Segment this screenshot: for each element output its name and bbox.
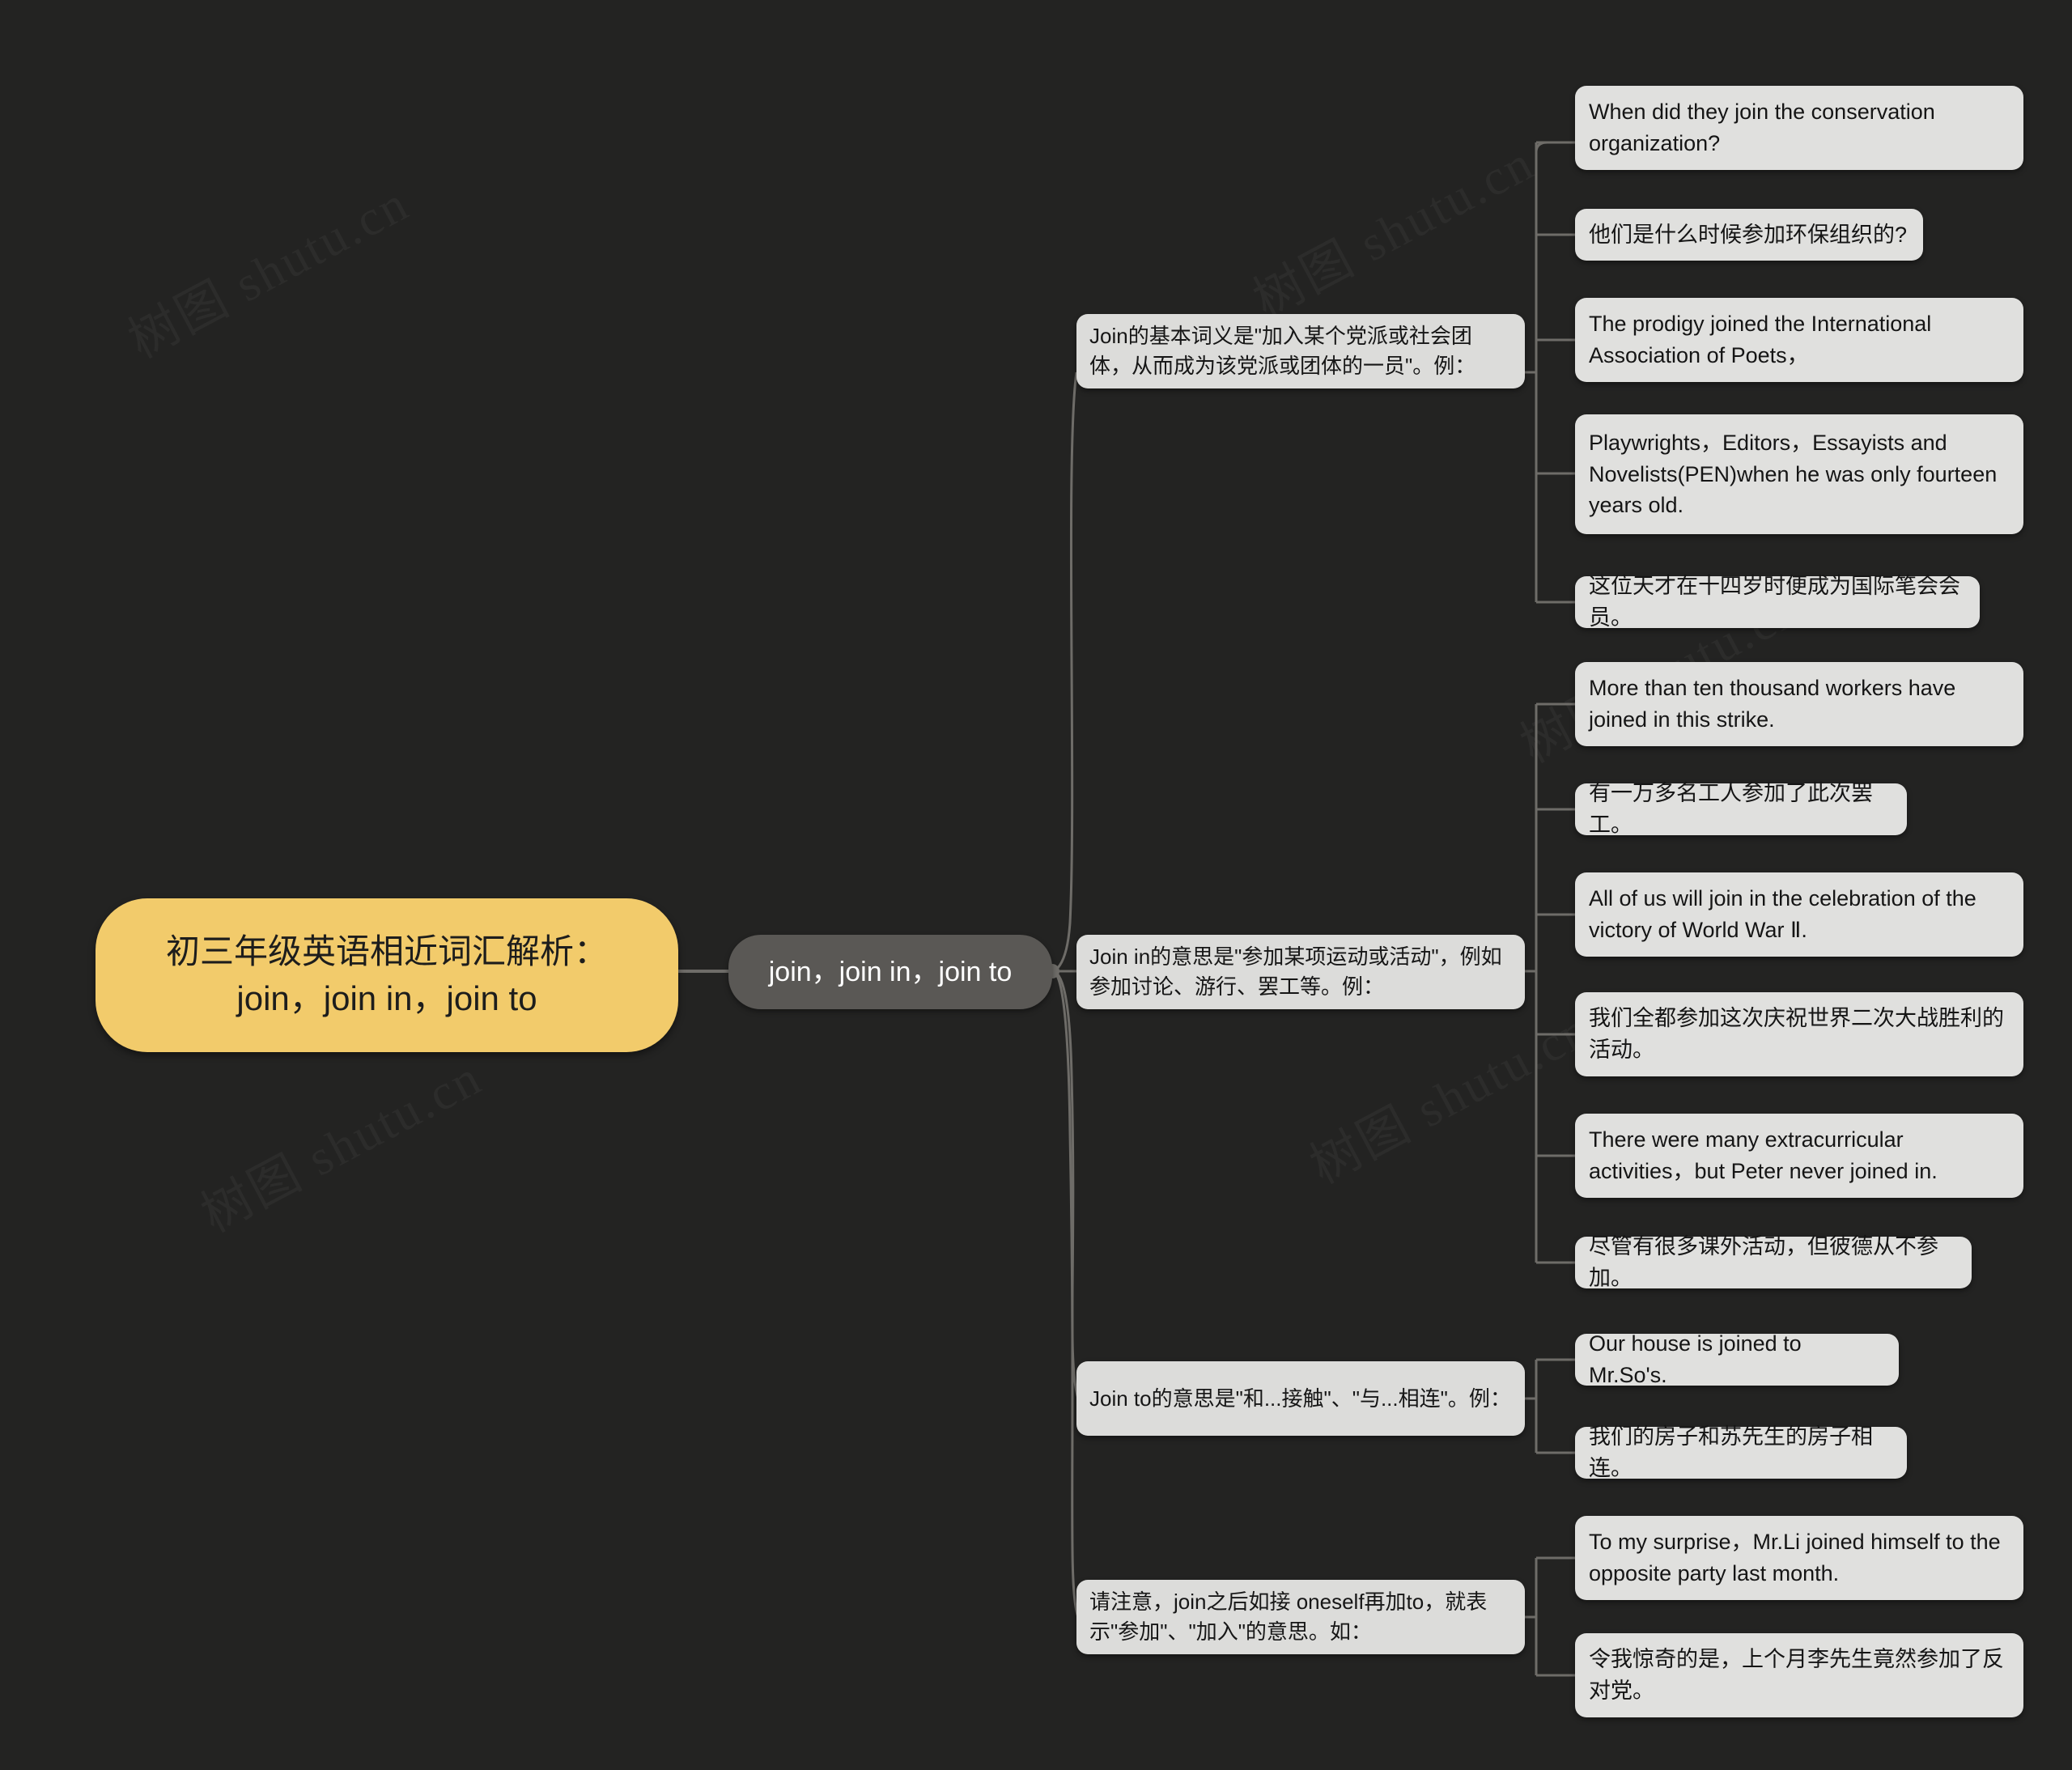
leaf-node-label: 尽管有很多课外活动，但彼德从不参加。 bbox=[1589, 1234, 1938, 1290]
link-topic-jointo bbox=[1051, 970, 1080, 1399]
leaf-node-label: 令我惊奇的是，上个月李先生竟然参加了反对党。 bbox=[1589, 1647, 2004, 1703]
branch-node-join[interactable]: Join的基本词义是"加入某个党派或社会团体，从而成为该党派或团体的一员"。例： bbox=[1076, 314, 1525, 388]
topic-node[interactable]: join，join in，join to bbox=[728, 935, 1052, 1009]
leaf-node-label: 这位天才在十四岁时便成为国际笔会会员。 bbox=[1589, 574, 1960, 630]
leaf-node[interactable]: Playwrights，Editors，Essayists and Noveli… bbox=[1575, 414, 2023, 534]
branch-node-join-to[interactable]: Join to的意思是"和...接触"、"与...相连"。例： bbox=[1076, 1361, 1525, 1436]
leaf-node[interactable]: 他们是什么时候参加环保组织的? bbox=[1575, 209, 1923, 261]
leaf-node[interactable]: More than ten thousand workers have join… bbox=[1575, 662, 2023, 746]
branch-node-join-label: Join的基本词义是"加入某个党派或社会团体，从而成为该党派或团体的一员"。例： bbox=[1089, 324, 1476, 378]
leaf-node-label: Our house is joined to Mr.So's. bbox=[1589, 1331, 1802, 1387]
branch-node-join-oneself-to[interactable]: 请注意，join之后如接 oneself再加to，就表示"参加"、"加入"的意思… bbox=[1076, 1580, 1525, 1654]
root-node-label: 初三年级英语相近词汇解析：join，join in，join to bbox=[165, 932, 608, 1017]
leaf-node-label: When did they join the conservation orga… bbox=[1589, 100, 1935, 155]
link-join-c1 bbox=[1535, 141, 1575, 153]
branch-node-join-to-label: Join to的意思是"和...接触"、"与...相连"。例： bbox=[1089, 1386, 1511, 1411]
link-topic-join bbox=[1051, 371, 1078, 973]
leaf-node-label: 有一万多名工人参加了此次罢工。 bbox=[1589, 781, 1873, 837]
leaf-node[interactable]: 尽管有很多课外活动，但彼德从不参加。 bbox=[1575, 1234, 1972, 1290]
leaf-node-label: To my surprise，Mr.Li joined himself to t… bbox=[1589, 1530, 2001, 1585]
leaf-node-label: There were many extracurricular activiti… bbox=[1589, 1127, 1938, 1183]
topic-node-label: join，join in，join to bbox=[768, 956, 1013, 987]
leaf-node-label: 他们是什么时候参加环保组织的? bbox=[1589, 222, 1908, 247]
leaf-node[interactable]: 有一万多名工人参加了此次罢工。 bbox=[1575, 781, 1907, 837]
leaf-node-label: 我们全都参加这次庆祝世界二次大战胜利的活动。 bbox=[1589, 1006, 2004, 1062]
root-node[interactable]: 初三年级英语相近词汇解析：join，join in，join to bbox=[96, 898, 678, 1052]
leaf-node[interactable]: When did they join the conservation orga… bbox=[1575, 86, 2023, 170]
watermark-text: 树图 shutu.cn bbox=[1245, 135, 1543, 329]
leaf-node[interactable]: To my surprise，Mr.Li joined himself to t… bbox=[1575, 1516, 2023, 1600]
leaf-node[interactable]: All of us will join in the celebration o… bbox=[1575, 872, 2023, 957]
leaf-node[interactable]: 我们的房子和苏先生的房子相连。 bbox=[1575, 1424, 1907, 1480]
leaf-node[interactable]: Our house is joined to Mr.So's. bbox=[1575, 1331, 1899, 1387]
leaf-node-label: The prodigy joined the International Ass… bbox=[1589, 312, 1932, 367]
leaf-node[interactable]: 我们全都参加这次庆祝世界二次大战胜利的活动。 bbox=[1575, 992, 2023, 1076]
watermark-text: 树图 shutu.cn bbox=[193, 1050, 491, 1243]
leaf-node-label: More than ten thousand workers have join… bbox=[1589, 676, 1956, 732]
leaf-node-label: Playwrights，Editors，Essayists and Noveli… bbox=[1589, 430, 1998, 518]
mindmap-canvas: 树图 shutu.cn 树图 shutu.cn 树图 shutu.cn 树图 s… bbox=[0, 0, 2072, 1770]
branch-node-join-in-label: Join in的意思是"参加某项运动或活动"，例如参加讨论、游行、罢工等。例： bbox=[1089, 944, 1502, 999]
leaf-node-label: 我们的房子和苏先生的房子相连。 bbox=[1589, 1424, 1873, 1480]
branch-node-join-oneself-to-label: 请注意，join之后如接 oneself再加to，就表示"参加"、"加入"的意思… bbox=[1089, 1590, 1488, 1644]
leaf-node[interactable]: 这位天才在十四岁时便成为国际笔会会员。 bbox=[1575, 574, 1980, 630]
branch-node-join-in[interactable]: Join in的意思是"参加某项运动或活动"，例如参加讨论、游行、罢工等。例： bbox=[1076, 935, 1525, 1009]
leaf-node-label: All of us will join in the celebration o… bbox=[1589, 886, 1976, 942]
leaf-node[interactable]: 令我惊奇的是，上个月李先生竟然参加了反对党。 bbox=[1575, 1633, 2023, 1717]
leaf-node[interactable]: There were many extracurricular activiti… bbox=[1575, 1114, 2023, 1198]
watermark-text: 树图 shutu.cn bbox=[120, 176, 418, 369]
watermark-text: 树图 shutu.cn bbox=[1301, 1001, 1600, 1195]
link-topic-joinoneself bbox=[1051, 970, 1080, 1618]
leaf-node[interactable]: The prodigy joined the International Ass… bbox=[1575, 298, 2023, 382]
